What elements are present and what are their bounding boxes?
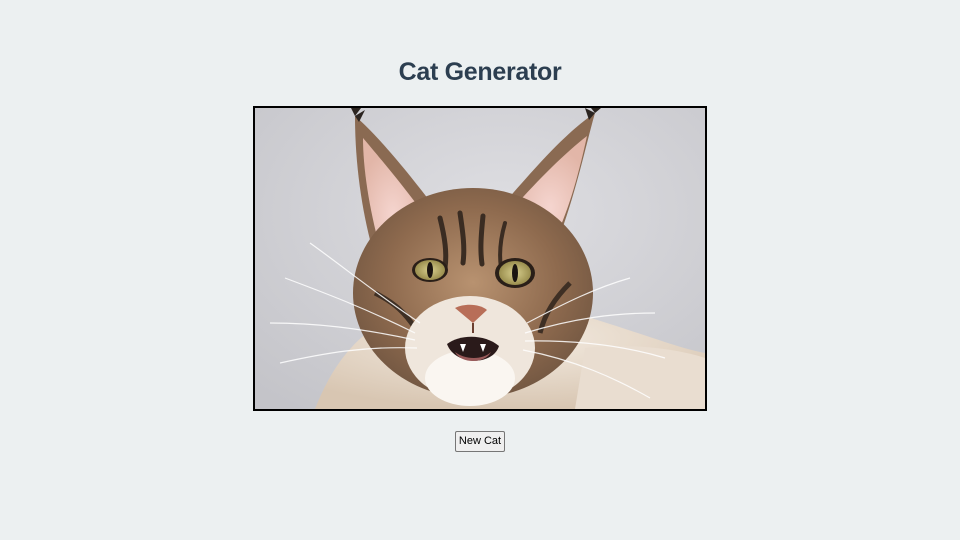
new-cat-button[interactable]: New Cat	[455, 431, 505, 452]
cat-image-frame	[253, 106, 707, 411]
page-title: Cat Generator	[398, 58, 562, 86]
cat-photo	[255, 108, 705, 409]
